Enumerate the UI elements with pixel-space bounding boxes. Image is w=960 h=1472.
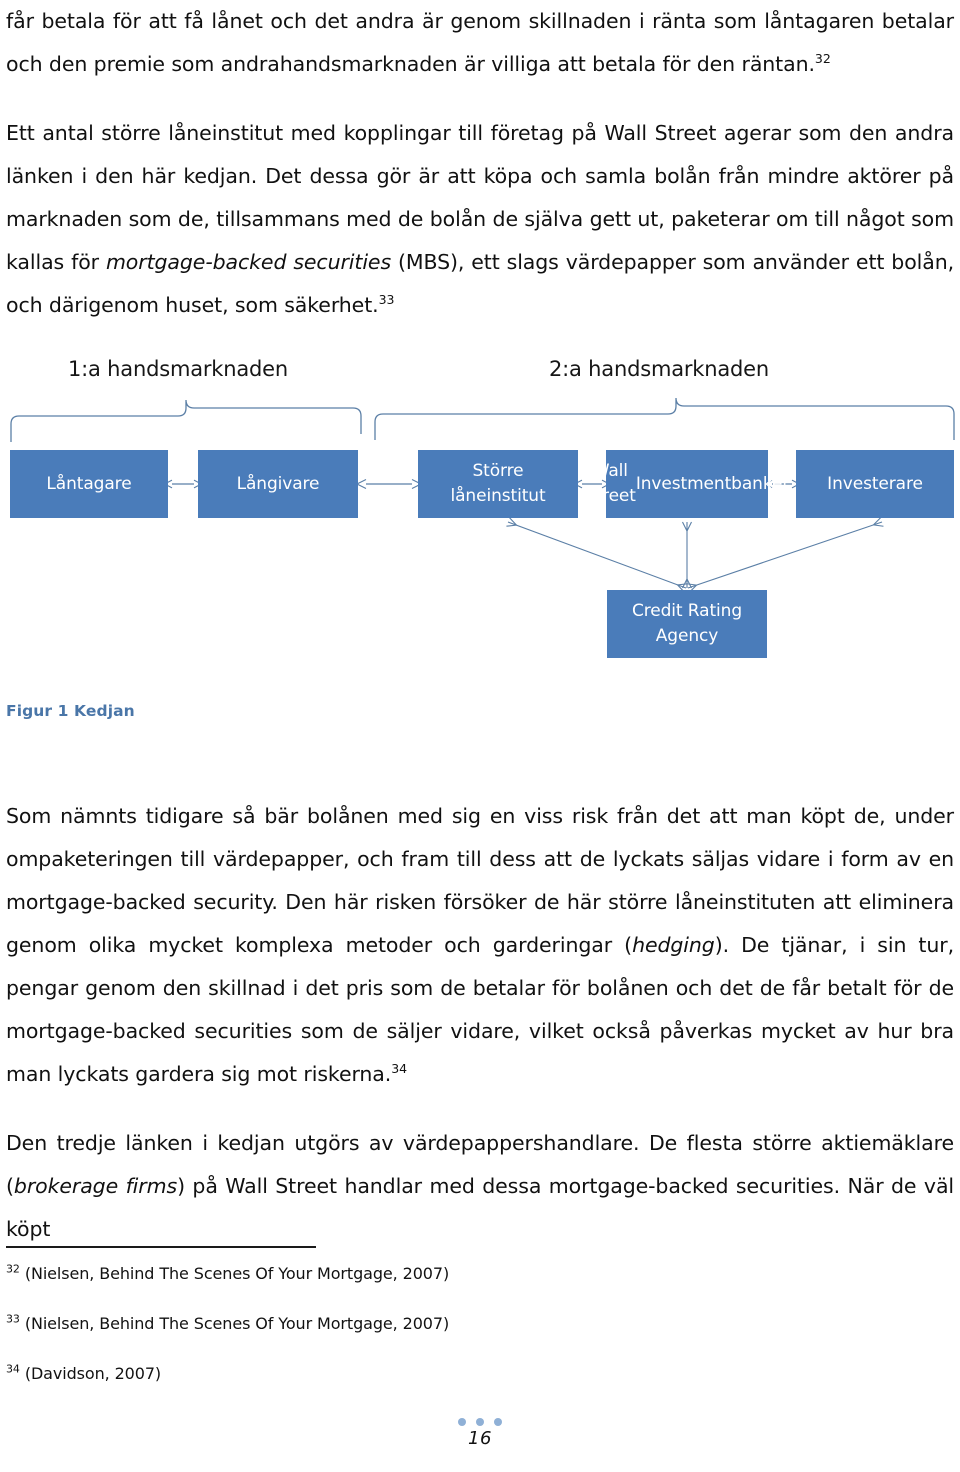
footnote-33-text: (Nielsen, Behind The Scenes Of Your Mort… <box>24 1314 450 1333</box>
node-storre-laneinstitut-label: Större låneinstitut <box>450 461 546 506</box>
footer-dots-ornament <box>0 1418 960 1426</box>
chain-diagram: 1:a handsmarknaden 2:a handsmarknaden Lå… <box>0 340 960 680</box>
figure-1: 1:a handsmarknaden 2:a handsmarknaden Lå… <box>0 340 960 740</box>
page-footer: 16 <box>0 1418 960 1449</box>
node-credit-rating-agency[interactable]: Credit Rating Agency <box>607 590 767 658</box>
footer-dot-icon <box>476 1418 484 1426</box>
footnote-ref-32[interactable]: 32 <box>815 51 831 66</box>
arrow-cra-storre-laneinstitut <box>508 522 686 588</box>
body-content: får betala för att få lånet och det andr… <box>6 0 954 353</box>
footer-dot-icon <box>494 1418 502 1426</box>
footnote-34-text: (Davidson, 2007) <box>24 1364 162 1383</box>
document-page: får betala för att få lånet och det andr… <box>0 0 960 1472</box>
footer-dot-icon <box>458 1418 466 1426</box>
node-cra-label-line1: Credit Rating <box>631 601 743 621</box>
paragraph-2: Ett antal större låneinstitut med koppli… <box>6 112 954 327</box>
paragraph-4: Den tredje länken i kedjan utgörs av vär… <box>6 1122 954 1251</box>
brace-primary-market <box>10 399 362 442</box>
paragraph-2-italic-term: mortgage-backed securities <box>105 250 392 274</box>
footnote-34: 34 (Davidson, 2007) <box>6 1362 566 1386</box>
node-lantagare[interactable]: Låntagare <box>10 450 168 518</box>
paragraph-1-text: får betala för att få lånet och det andr… <box>6 9 954 76</box>
paragraph-3-italic-term: hedging <box>632 933 715 957</box>
node-langivare[interactable]: Långivare <box>198 450 358 518</box>
node-wallstreet-label-line1: Wall Street <box>584 461 636 506</box>
figure-caption: Figur 1 Kedjan <box>6 702 135 720</box>
footnotes-section: 32 (Nielsen, Behind The Scenes Of Your M… <box>6 1246 566 1412</box>
page-number: 16 <box>468 1428 492 1449</box>
footnote-32-text: (Nielsen, Behind The Scenes Of Your Mort… <box>24 1264 450 1283</box>
footnote-ref-33[interactable]: 33 <box>379 292 395 307</box>
node-wall-street-investmentbanker[interactable]: Wall Street Investmentbanker <box>585 450 789 518</box>
footnote-33: 33 (Nielsen, Behind The Scenes Of Your M… <box>6 1312 566 1336</box>
footnote-32: 32 (Nielsen, Behind The Scenes Of Your M… <box>6 1262 566 1286</box>
node-wallstreet-label-line2: Investmentbanker <box>635 473 790 494</box>
arrow-cra-investerare <box>688 522 882 588</box>
node-storre-laneinstitut[interactable]: Större låneinstitut <box>418 450 578 518</box>
paragraph-3: Som nämnts tidigare så bär bolånen med s… <box>6 795 954 1096</box>
footnote-32-number: 32 <box>6 1262 20 1276</box>
footnote-ref-34[interactable]: 34 <box>391 1061 407 1076</box>
paragraph-4-italic-term: brokerage firms <box>13 1174 178 1198</box>
brace-secondary-market <box>374 397 955 440</box>
footnote-separator-rule <box>6 1246 316 1248</box>
footnote-34-number: 34 <box>6 1362 20 1376</box>
node-langivare-label: Långivare <box>236 473 320 494</box>
node-lantagare-label: Låntagare <box>46 473 132 494</box>
paragraph-1: får betala för att få lånet och det andr… <box>6 0 954 86</box>
body-content-lower: Som nämnts tidigare så bär bolånen med s… <box>6 795 954 1251</box>
node-investerare[interactable]: Investerare <box>796 450 954 518</box>
node-cra-label-line2: Agency <box>655 626 719 646</box>
footnote-33-number: 33 <box>6 1312 20 1326</box>
node-investerare-label: Investerare <box>827 473 923 494</box>
